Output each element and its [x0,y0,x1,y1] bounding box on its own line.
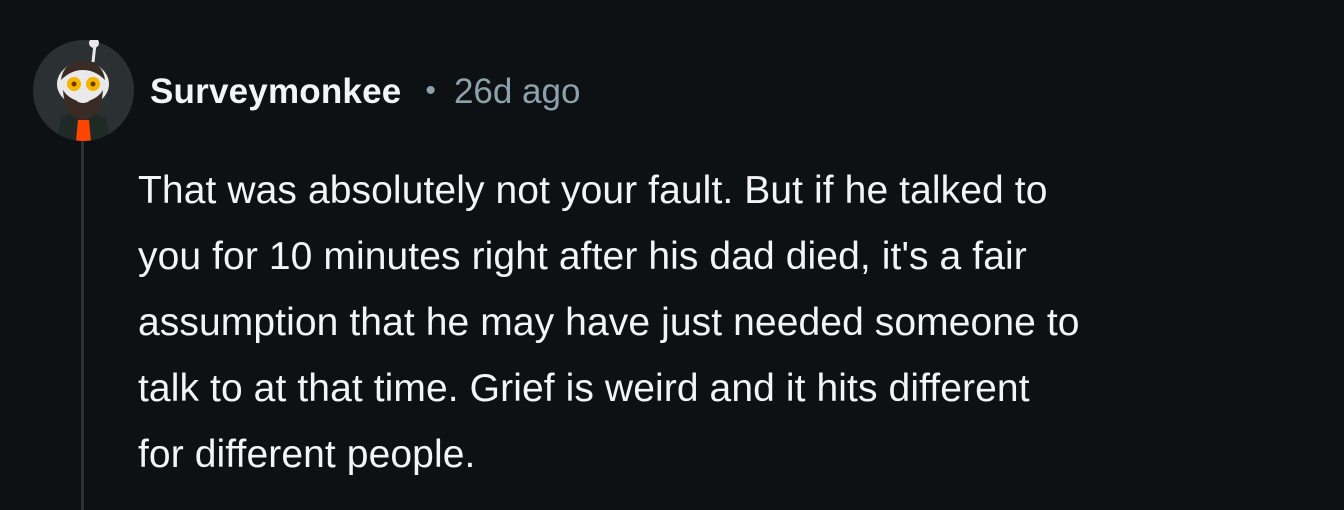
comment-body-line: That was absolutely not your fault. But … [138,169,1048,212]
separator-dot: • [425,74,436,107]
comment: Surveymonkee • 26d ago That was absolute… [0,0,1344,510]
comment-header: Surveymonkee • 26d ago [150,70,580,114]
comment-body-line: talk to at that time. Grief is weird and… [138,367,1030,410]
comment-body-line: you for 10 minutes right after his dad d… [138,235,1027,278]
comment-timestamp[interactable]: 26d ago [454,72,581,112]
avatar[interactable] [33,40,134,141]
comment-body-line: for different people. [138,433,476,476]
comment-body: That was absolutely not your fault. But … [138,158,1318,488]
snoo-avatar-icon [33,40,134,141]
thread-line[interactable] [81,140,84,510]
author-username[interactable]: Surveymonkee [150,72,401,112]
comment-body-line: assumption that he may have just needed … [138,301,1080,344]
